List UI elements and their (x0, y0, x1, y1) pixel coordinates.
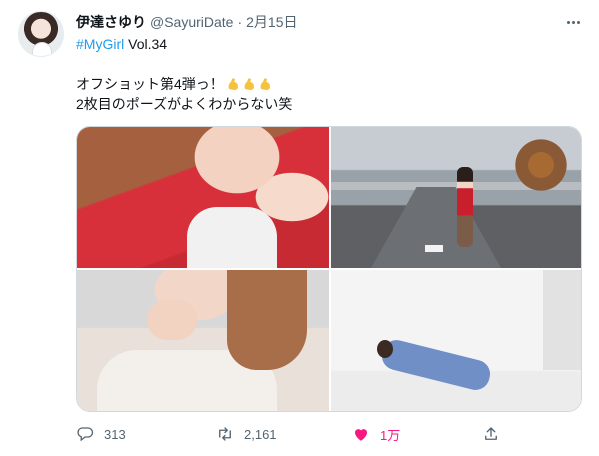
photo-1[interactable] (77, 127, 329, 268)
like-button[interactable]: 1万 (352, 424, 400, 444)
photo-2[interactable] (331, 127, 581, 268)
hashtag-link[interactable]: #MyGirl (76, 36, 124, 52)
tweet-date[interactable]: 2月15日 (246, 12, 297, 32)
author-handle[interactable]: @SayuriDate (150, 14, 233, 30)
author-avatar[interactable] (18, 11, 64, 57)
avatar-figure (32, 42, 52, 56)
tweet-actions: 313 2,161 1万 (76, 424, 506, 444)
heart-icon (352, 425, 370, 443)
flexed-biceps-icon (224, 76, 240, 92)
share-icon (482, 425, 500, 443)
reply-button[interactable]: 313 (76, 424, 126, 444)
photo-4[interactable] (331, 270, 581, 411)
more-options-icon[interactable] (562, 12, 584, 32)
like-count: 1万 (380, 427, 401, 443)
hashtag-suffix: Vol.34 (124, 36, 168, 52)
header-separator: · (237, 14, 243, 30)
retweet-button[interactable]: 2,161 (216, 424, 277, 444)
tweet-text-line-2: 2枚目のポーズがよくわからない笑 (76, 96, 293, 112)
flexed-biceps-icon (240, 76, 256, 92)
tweet-card[interactable]: 伊達さゆり @SayuriDate · 2月15日 #MyGirl Vol.34… (0, 0, 599, 456)
reply-count: 313 (104, 426, 126, 442)
share-button[interactable] (482, 424, 500, 444)
photo-3[interactable] (77, 270, 329, 411)
retweet-count: 2,161 (244, 426, 277, 442)
media-grid (76, 126, 582, 412)
tweet-hashtag-line: #MyGirl Vol.34 (76, 36, 167, 52)
retweet-icon (216, 425, 234, 443)
tweet-text: オフショット第4弾っ！ 2枚目のポーズがよくわからない笑 (76, 74, 292, 114)
reply-icon (76, 425, 94, 443)
tweet-text-line-1: オフショット第4弾っ！ (76, 76, 224, 92)
tweet-header: 伊達さゆり @SayuriDate · 2月15日 (76, 12, 298, 32)
flexed-biceps-icon (256, 76, 272, 92)
author-name[interactable]: 伊達さゆり (76, 12, 146, 32)
